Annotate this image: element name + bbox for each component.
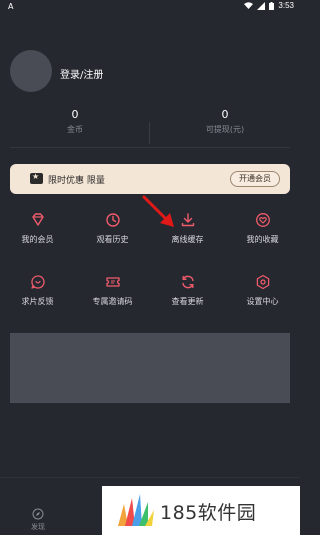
download-icon [181,213,194,227]
menu-item-label: 我的收藏 [246,235,279,244]
menu-item-label: 设置中心 [246,297,279,306]
status-bar: A 3:53 [0,0,300,14]
compass-icon [32,508,44,520]
menu-item-membership[interactable]: 我的会员 [0,212,75,252]
menu-item-label: 查看更新 [171,297,204,306]
menu-item-label: 离线缓存 [171,235,204,244]
menu-item-invite-code[interactable]: 专属邀请码 [75,274,150,314]
vip-badge-icon [30,172,43,184]
coins-value: 0 [71,108,79,121]
nav-item-label: 发现 [31,523,45,531]
ad-placeholder[interactable] [10,333,290,403]
withdrawable-label: 可提现(元) [205,125,245,134]
watermark: 185软件园 [102,486,300,535]
vip-banner[interactable]: 限时优惠 限量 开通会员 [10,164,290,194]
watermark-logo-icon [118,494,154,526]
open-vip-button[interactable]: 开通会员 [230,171,280,187]
coins-stat[interactable]: 0 金币 [0,108,150,136]
feedback-icon [30,275,45,289]
menu-item-check-update[interactable]: 查看更新 [150,274,225,314]
section-divider [10,147,290,148]
withdrawable-stat[interactable]: 0 可提现(元) [150,108,300,136]
status-app-icon: A [8,2,14,11]
menu-item-label: 专属邀请码 [92,297,133,306]
battery-icon [269,1,275,10]
login-register-link[interactable]: 登录/注册 [60,66,103,81]
refresh-icon [181,275,194,289]
settings-icon [256,274,269,290]
profile-section[interactable]: 登录/注册 [0,50,300,100]
avatar[interactable] [10,50,52,92]
vip-promo-text: 限时优惠 限量 [48,176,105,186]
menu-item-label: 求片反馈 [21,297,54,306]
stats-divider [149,122,150,144]
ticket-icon [105,277,120,287]
wifi-icon [244,2,254,9]
menu-item-label: 我的会员 [21,235,54,244]
coins-label: 金币 [67,125,83,134]
menu-item-favorites[interactable]: 我的收藏 [225,212,300,252]
watermark-text: 185软件园 [160,502,257,524]
heart-icon [255,213,270,227]
signal-icon [257,1,266,10]
menu-item-history[interactable]: 观看历史 [75,212,150,252]
menu-item-label: 观看历史 [96,235,129,244]
clock-icon [105,213,120,227]
stats-row: 0 金币 0 可提现(元) [0,108,300,148]
annotation-arrow-icon [142,195,174,227]
status-time: 3:53 [278,1,294,10]
status-right-group: 3:53 [244,1,294,10]
withdrawable-value: 0 [221,108,229,121]
diamond-icon [31,213,44,226]
nav-item-discover[interactable]: 发现 [18,508,58,532]
menu-item-settings[interactable]: 设置中心 [225,274,300,314]
menu-item-request-feedback[interactable]: 求片反馈 [0,274,75,314]
